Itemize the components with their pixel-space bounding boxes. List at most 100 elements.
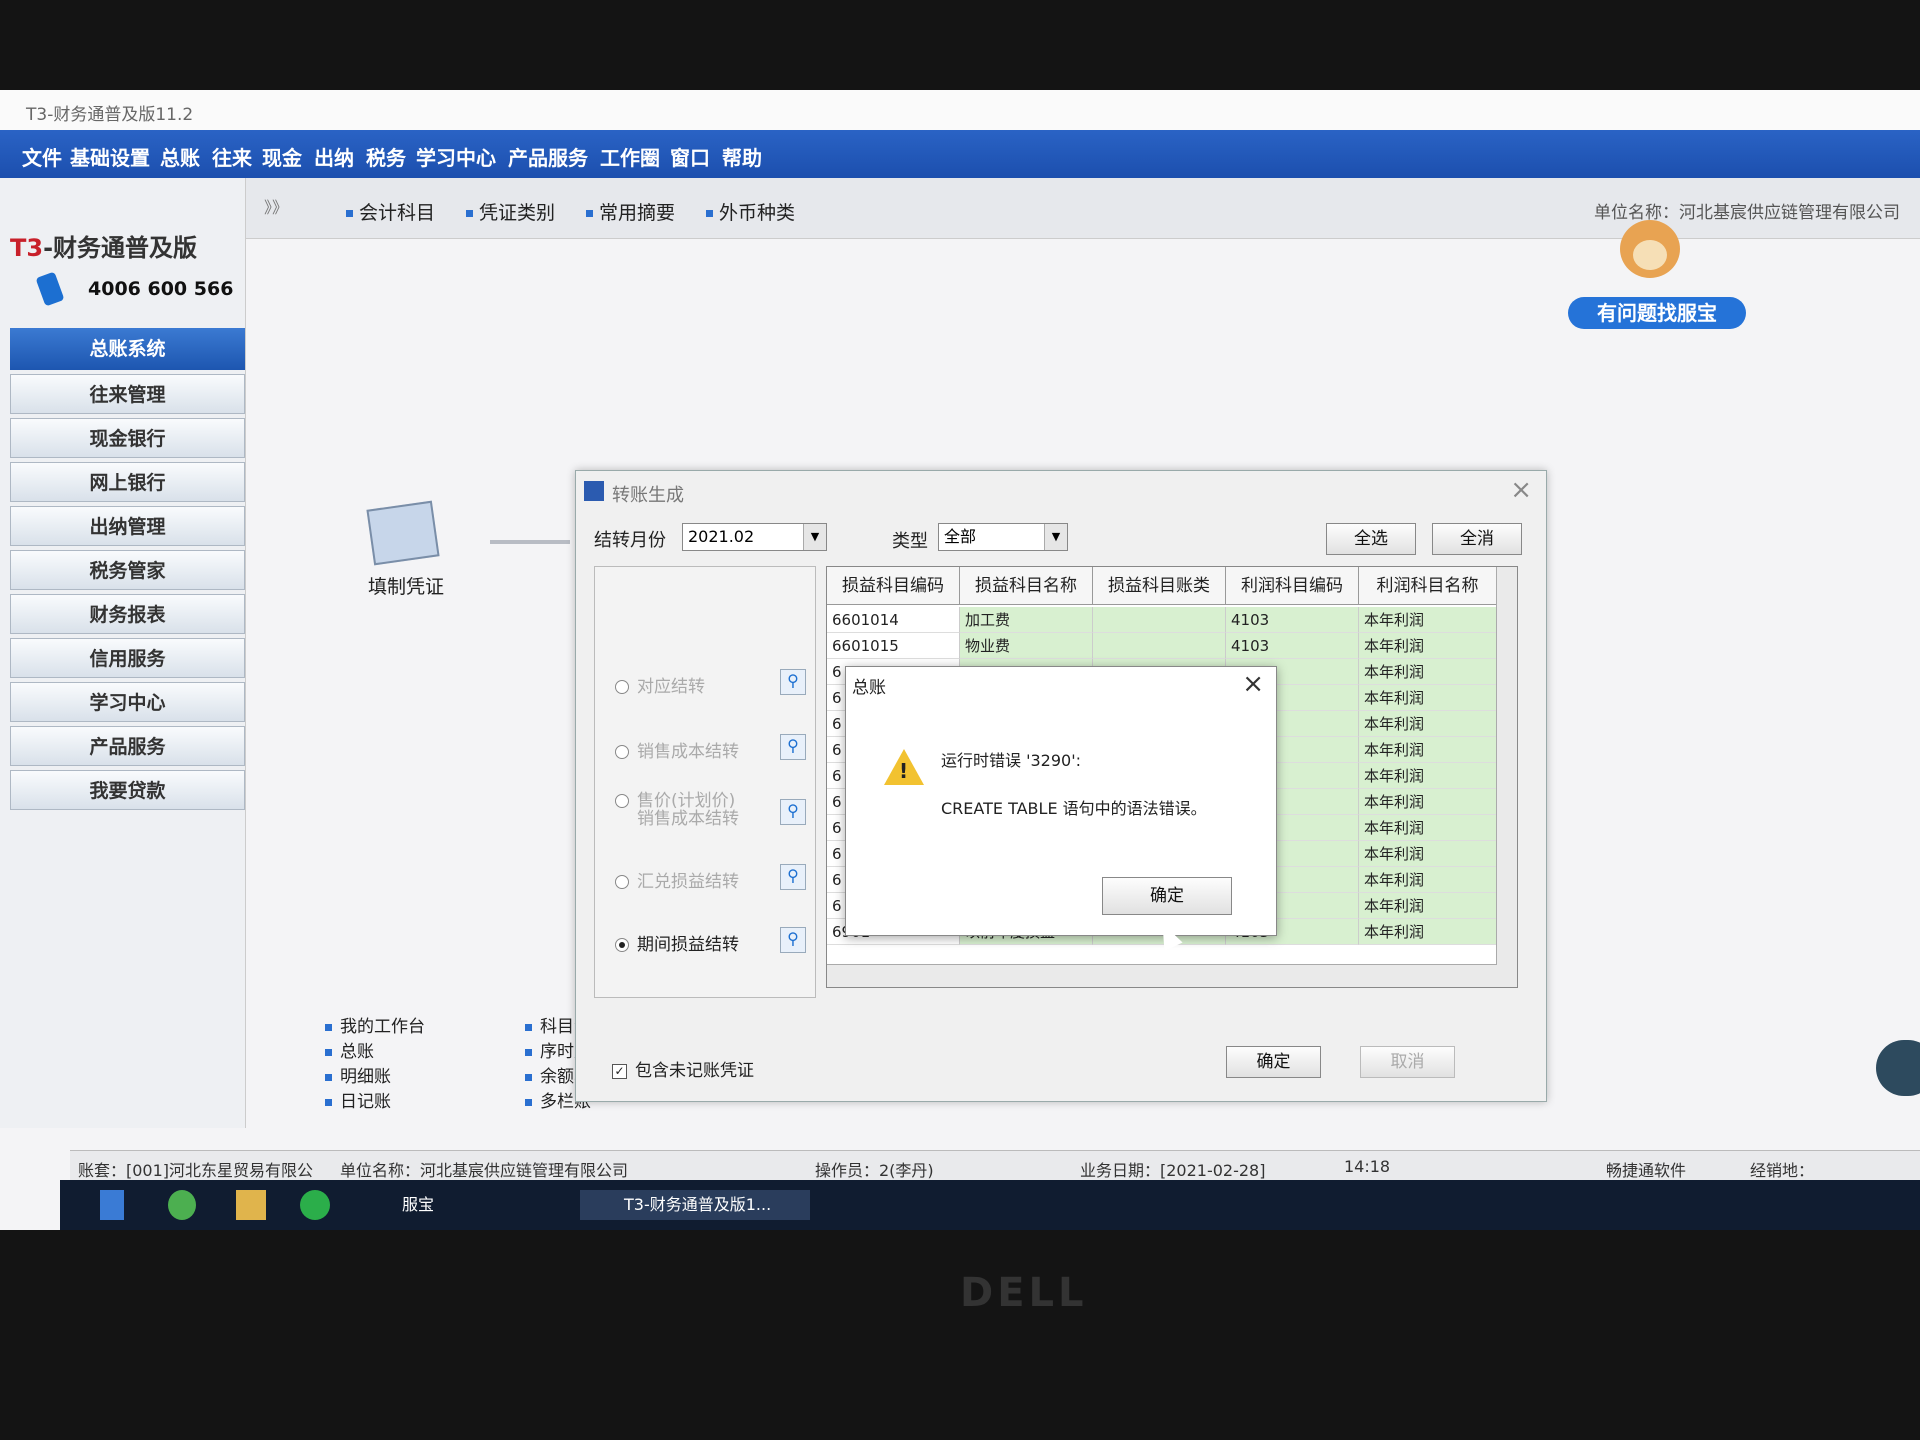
monitor-brand: DELL (960, 1270, 1088, 1316)
menu-cashier[interactable]: 出纳 (314, 142, 354, 171)
toolbar-accounts[interactable]: 会计科目 (346, 198, 435, 225)
col-pl-code[interactable]: 损益科目编码 (827, 567, 960, 605)
mascot-face-icon (1633, 240, 1667, 270)
month-select[interactable]: 2021.02 ▼ (682, 523, 827, 551)
toolbar-summaries[interactable]: 常用摘要 (586, 198, 675, 225)
browser-icon[interactable] (168, 1190, 196, 1220)
error-title: 总账 (852, 678, 886, 698)
error-line-1: 运行时错误 '3290': (941, 751, 1081, 770)
menu-help[interactable]: 帮助 (722, 142, 762, 171)
col-pl-aux[interactable]: 损益科目账类 (1093, 567, 1226, 605)
sidebar-item-cash-bank[interactable]: 现金银行 (10, 418, 245, 458)
col-pl-name[interactable]: 损益科目名称 (960, 567, 1093, 605)
sidebar-item-reports[interactable]: 财务报表 (10, 594, 245, 634)
menu-bar: 文件 基础设置 总账 往来 现金 出纳 税务 学习中心 产品服务 工作圈 窗口 … (0, 130, 1920, 178)
transfer-options-panel: 对应结转 ⚲ 销售成本结转 ⚲ 售价(计划价) 销售成本结转 ⚲ 汇兑损益结转 … (594, 566, 816, 998)
radio-icon (615, 875, 629, 889)
option-sales-cost[interactable]: 销售成本结转 (615, 737, 739, 762)
expand-toggle[interactable]: 》》 (264, 194, 288, 218)
sidebar-item-receivables[interactable]: 往来管理 (10, 374, 245, 414)
menu-cash[interactable]: 现金 (262, 142, 302, 171)
close-icon[interactable]: × (1242, 669, 1264, 699)
sidebar-item-cashier[interactable]: 出纳管理 (10, 506, 245, 546)
deselect-all-button[interactable]: 全消 (1432, 523, 1522, 555)
taskbar-fubao[interactable]: 服宝 (360, 1190, 560, 1220)
search-icon[interactable]: ⚲ (780, 927, 806, 953)
option-period-profit-loss[interactable]: 期间损益结转 (615, 930, 739, 955)
toolbar-currencies[interactable]: 外币种类 (706, 198, 795, 225)
table-cell: 本年利润 (1359, 607, 1497, 633)
link-workbench[interactable]: 我的工作台 (325, 1015, 425, 1040)
table-cell: 本年利润 (1359, 893, 1497, 919)
sidebar-item-products[interactable]: 产品服务 (10, 726, 245, 766)
fill-voucher-label[interactable]: 填制凭证 (368, 572, 444, 599)
select-all-button[interactable]: 全选 (1326, 523, 1416, 555)
sidebar-item-tax[interactable]: 税务管家 (10, 550, 245, 590)
sidebar-header-gl[interactable]: 总账系统 (10, 328, 245, 370)
sidebar-item-online-bank[interactable]: 网上银行 (10, 462, 245, 502)
status-bar: 账套：[001]河北东星贸易有限公 单位名称：河北基宸供应链管理有限公司 操作员… (70, 1150, 1920, 1181)
type-select[interactable]: 全部 ▼ (938, 523, 1068, 551)
menu-file[interactable]: 文件 (22, 142, 62, 171)
phone-icon (35, 271, 65, 307)
dialog-title: 转账生成 (612, 485, 684, 506)
include-unposted-checkbox[interactable]: ✓ 包含未记账凭证 (612, 1056, 754, 1081)
table-cell: 本年利润 (1359, 789, 1497, 815)
checkbox-checked-icon: ✓ (612, 1063, 627, 1079)
table-cell: 本年利润 (1359, 711, 1497, 737)
table-row[interactable]: 6601015 物业费 4103 本年利润 (827, 633, 1497, 659)
option-exchange-gain[interactable]: 汇兑损益结转 (615, 867, 739, 892)
chevron-down-icon[interactable]: ▼ (803, 524, 826, 550)
table-cell: 本年利润 (1359, 633, 1497, 659)
option-corresponding[interactable]: 对应结转 (615, 672, 705, 697)
error-ok-button[interactable]: 确定 (1102, 877, 1232, 915)
menu-learning[interactable]: 学习中心 (416, 142, 496, 171)
col-profit-code[interactable]: 利润科目编码 (1226, 567, 1359, 605)
taskbar-t3[interactable]: T3-财务通普及版1... (580, 1190, 810, 1220)
horizontal-scrollbar[interactable] (827, 964, 1497, 987)
menu-workcircle[interactable]: 工作圈 (600, 142, 660, 171)
vertical-scrollbar[interactable] (1496, 567, 1517, 987)
sidebar-item-learning[interactable]: 学习中心 (10, 682, 245, 722)
menu-basic-settings[interactable]: 基础设置 (70, 142, 150, 171)
windows-start-icon[interactable] (100, 1190, 124, 1220)
floating-assistant-icon[interactable] (1876, 1040, 1920, 1096)
search-icon[interactable]: ⚲ (780, 734, 806, 760)
sidebar-item-loan[interactable]: 我要贷款 (10, 770, 245, 810)
link-gl[interactable]: 总账 (325, 1040, 425, 1065)
menu-general-ledger[interactable]: 总账 (160, 142, 200, 171)
radio-selected-icon (615, 938, 629, 952)
error-line-2: CREATE TABLE 语句中的语法错误。 (941, 799, 1207, 818)
option-planned-price-cost[interactable]: 售价(计划价) 销售成本结转 (615, 792, 739, 828)
menu-products[interactable]: 产品服务 (508, 142, 588, 171)
taskbar: 服宝 T3-财务通普及版1... (60, 1180, 1920, 1230)
link-detail[interactable]: 明细账 (325, 1065, 425, 1090)
chevron-down-icon[interactable]: ▼ (1044, 524, 1067, 550)
search-icon[interactable]: ⚲ (780, 864, 806, 890)
search-icon[interactable]: ⚲ (780, 799, 806, 825)
search-icon[interactable]: ⚲ (780, 669, 806, 695)
wechat-icon[interactable] (300, 1190, 330, 1220)
table-cell: 本年利润 (1359, 737, 1497, 763)
close-icon[interactable]: × (1510, 475, 1532, 505)
menu-receivables[interactable]: 往来 (212, 142, 252, 171)
dialog-cancel-button[interactable]: 取消 (1360, 1046, 1455, 1078)
status-date: 业务日期：[2021-02-28] (1080, 1161, 1266, 1180)
table-cell: 4103 (1226, 633, 1359, 659)
dialog-app-icon (584, 481, 604, 501)
menu-tax[interactable]: 税务 (366, 142, 406, 171)
link-journal[interactable]: 日记账 (325, 1090, 425, 1115)
toolbar-voucher-types[interactable]: 凭证类别 (466, 198, 555, 225)
help-button[interactable]: 有问题找服宝 (1568, 297, 1746, 329)
folder-icon[interactable] (236, 1190, 266, 1220)
warning-mark: ! (899, 759, 909, 783)
table-row[interactable]: 6601014 加工费 4103 本年利润 (827, 607, 1497, 633)
table-cell: 4103 (1226, 607, 1359, 633)
fill-voucher-icon[interactable] (366, 500, 440, 566)
menu-window[interactable]: 窗口 (670, 142, 710, 171)
sidebar-item-credit[interactable]: 信用服务 (10, 638, 245, 678)
brand-logo: T3-财务通普及版 (10, 234, 198, 262)
col-profit-name[interactable]: 利润科目名称 (1359, 567, 1497, 605)
dialog-ok-button[interactable]: 确定 (1226, 1046, 1321, 1078)
status-dealer: 经销地： (1750, 1161, 1815, 1180)
